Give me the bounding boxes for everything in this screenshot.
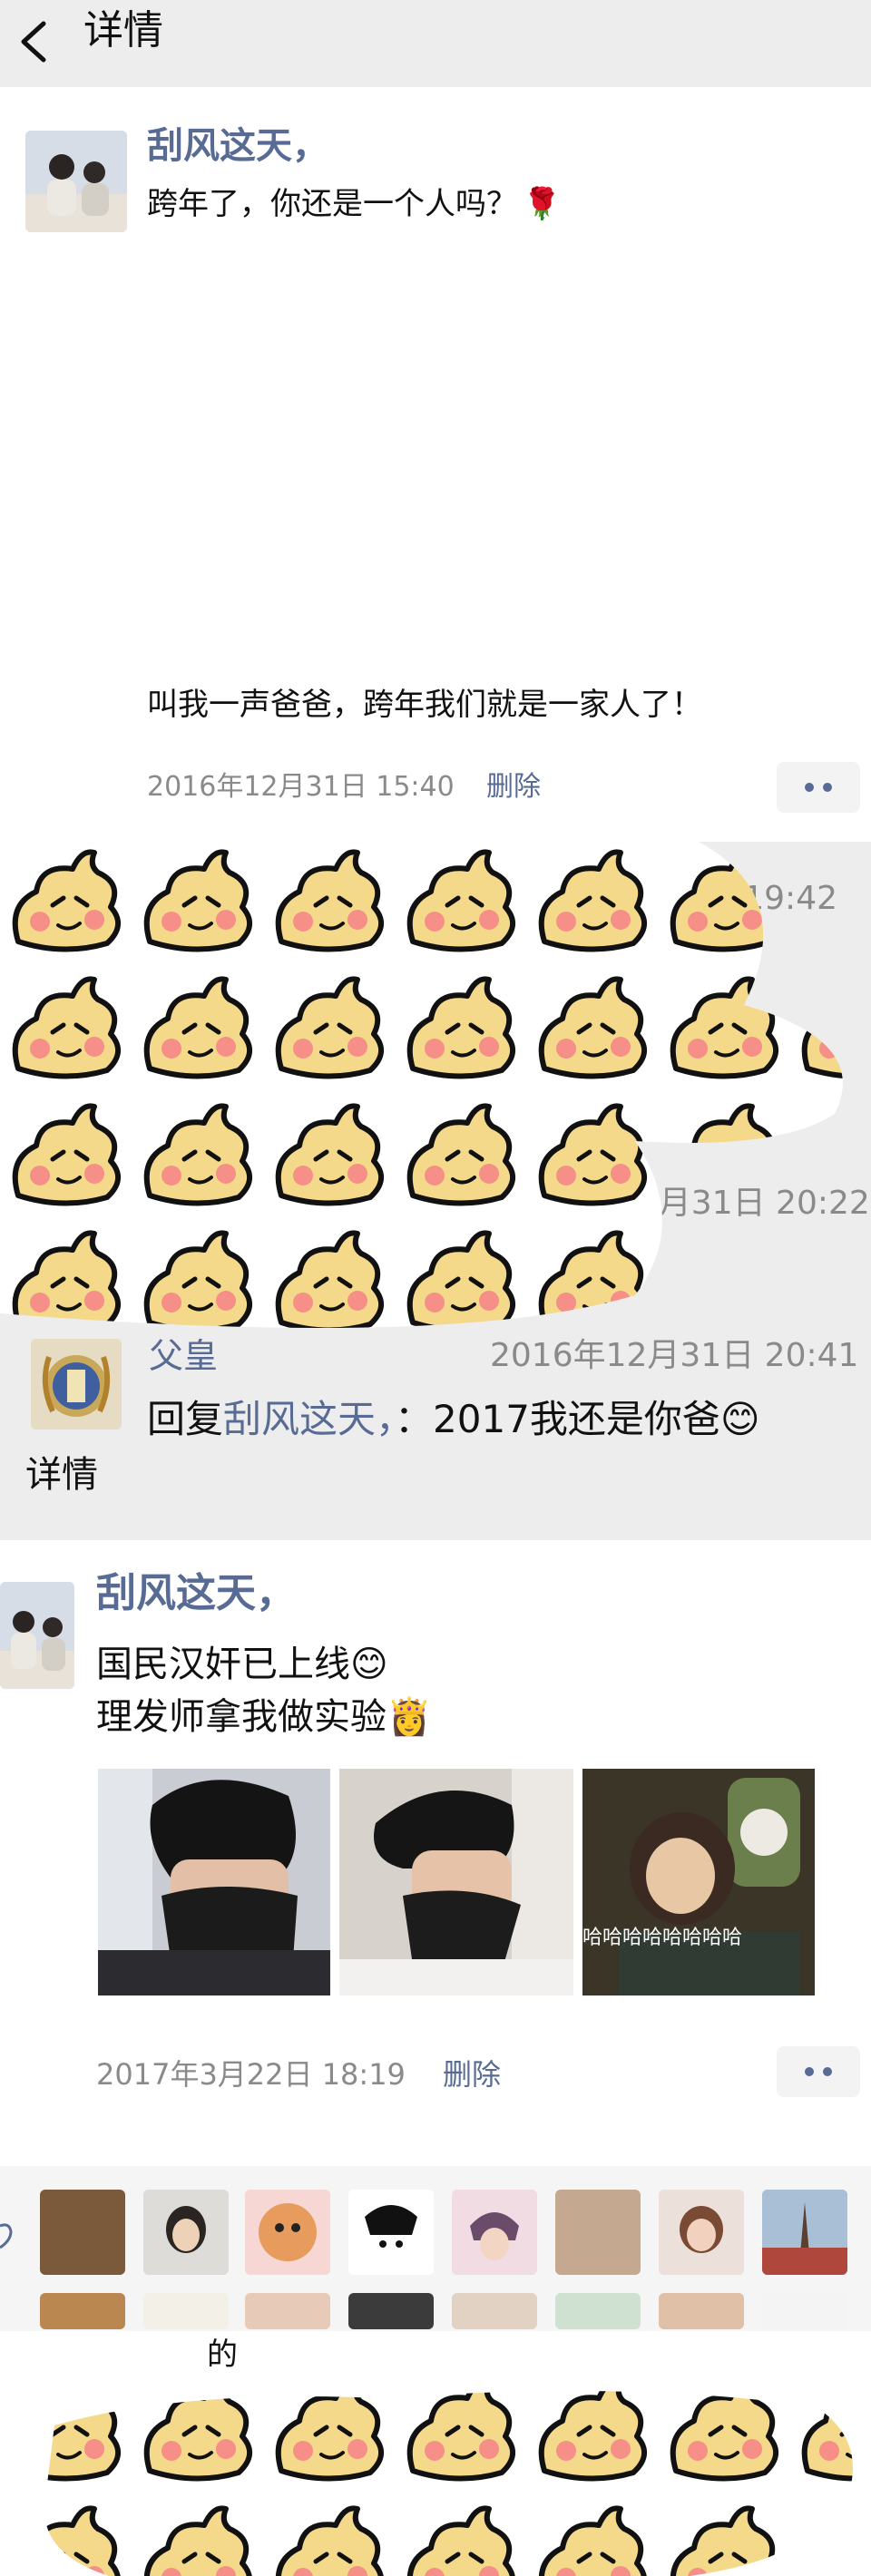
comment-time: 2016年12月31日 20:41: [490, 1337, 859, 1374]
post-author[interactable]: 刮风这天，: [96, 1566, 296, 1622]
post-time: 2016年12月31日 15:40: [147, 771, 455, 803]
post-card-2: 刮风这天， 国民汉奸已上线😊 理发师拿我做实验👸 哈哈哈哈哈哈哈哈 2017年3…: [0, 1540, 871, 2166]
like-avatar[interactable]: [659, 2190, 744, 2275]
back-arrow-icon[interactable]: [13, 16, 56, 67]
like-avatar[interactable]: [348, 2190, 434, 2275]
likes-area: 的: [0, 2166, 871, 2576]
delete-button[interactable]: 删除: [443, 2054, 501, 2095]
post-line-2: 理发师拿我做实验👸: [96, 1691, 432, 1743]
details-text: 详情: [25, 1454, 98, 1496]
like-avatar[interactable]: [452, 2293, 537, 2329]
heart-icon: [0, 2223, 13, 2249]
dot-icon: [805, 2067, 814, 2076]
post-text: 跨年了，你还是一个人吗？ 🌹: [147, 181, 561, 227]
more-button[interactable]: [777, 2046, 860, 2097]
partial-label: 的: [207, 2337, 238, 2373]
reply-text: ：2017我还是你爸: [395, 1397, 720, 1441]
more-button[interactable]: [777, 762, 860, 813]
reply-prefix: 回复: [147, 1397, 224, 1441]
like-avatar[interactable]: [762, 2293, 847, 2329]
like-avatar[interactable]: [348, 2293, 434, 2329]
like-avatar[interactable]: [762, 2190, 847, 2275]
like-avatar[interactable]: [143, 2190, 229, 2275]
comment-text: 回复刮风这天，：2017我还是你爸😊: [147, 1391, 760, 1448]
like-avatar[interactable]: [143, 2293, 229, 2329]
post-line-2-text: 理发师拿我做实验: [96, 1696, 387, 1738]
like-avatar[interactable]: [245, 2293, 330, 2329]
dot-icon: [823, 783, 832, 792]
like-avatar[interactable]: [40, 2190, 125, 2275]
sticker-overlay: [44, 2391, 853, 2576]
like-avatar[interactable]: [555, 2293, 641, 2329]
post-photo-3[interactable]: 哈哈哈哈哈哈哈哈: [582, 1769, 815, 1995]
comment-avatar[interactable]: [31, 1339, 122, 1429]
comment-author[interactable]: 父皇: [149, 1332, 218, 1381]
post-author[interactable]: 刮风这天，: [147, 120, 328, 172]
post-text-content: 跨年了，你还是一个人吗？: [147, 186, 517, 222]
avatar[interactable]: [25, 131, 127, 232]
post-photo-1[interactable]: [98, 1769, 330, 1995]
delete-button[interactable]: 删除: [486, 767, 541, 807]
rose-emoji: 🌹: [523, 186, 562, 222]
post-time: 2017年3月22日 18:19: [96, 2057, 406, 2092]
photo-caption: 哈哈哈哈哈哈哈哈: [582, 1927, 743, 1949]
dot-icon: [805, 783, 814, 792]
smile-emoji: 😊: [719, 1397, 760, 1441]
post-caption: 叫我一声爸爸，跨年我们就是一家人了！: [147, 687, 702, 723]
princess-emoji: 👸: [387, 1696, 432, 1738]
like-avatar[interactable]: [555, 2190, 641, 2275]
page-title: 详情: [83, 7, 163, 54]
avatar[interactable]: [0, 1582, 74, 1689]
sticker-overlay: [0, 842, 843, 1328]
post-card-1: 刮风这天， 跨年了，你还是一个人吗？ 🌹 叫我一声爸爸，跨年我们就是一家人了！ 2…: [0, 87, 871, 842]
like-avatar[interactable]: [452, 2190, 537, 2275]
like-avatar[interactable]: [659, 2293, 744, 2329]
comments-area: 31日 19:42 12月31日 20:22 父皇 2016年12月31日 20…: [0, 842, 871, 1540]
dot-icon: [823, 2067, 832, 2076]
reply-target[interactable]: 刮风这天，: [223, 1397, 395, 1441]
smile-emoji: 😊: [350, 1644, 388, 1685]
like-avatar[interactable]: [40, 2293, 125, 2329]
post-photo-2[interactable]: [339, 1769, 573, 1995]
post-line-1-text: 国民汉奸已上线: [96, 1644, 350, 1685]
post-line-1: 国民汉奸已上线😊: [96, 1638, 388, 1691]
nav-bar: 详情: [0, 0, 871, 83]
like-avatar[interactable]: [245, 2190, 330, 2275]
